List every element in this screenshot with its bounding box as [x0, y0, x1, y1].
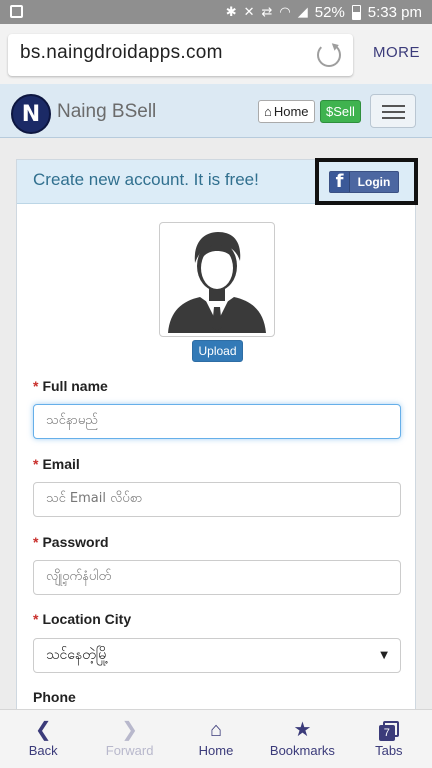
home-nav-button[interactable]: ⌂ Home	[173, 710, 259, 768]
brand-name[interactable]: Naing BSell	[57, 101, 156, 123]
gallery-icon	[10, 5, 23, 18]
facebook-login-label: Login	[357, 175, 391, 189]
back-label: Back	[28, 743, 58, 758]
sell-button-label: $Sell	[326, 104, 355, 119]
mute-icon: ✕	[243, 4, 255, 19]
user-avatar-icon	[168, 232, 266, 333]
bookmarks-button[interactable]: ★ Bookmarks	[259, 710, 345, 768]
home-button[interactable]: ⌂ Home	[258, 100, 315, 123]
city-label-text: Location City	[42, 611, 132, 627]
required-marker: *	[33, 456, 39, 472]
site-navbar: N Naing BSell ⌂ Home $Sell	[0, 84, 432, 138]
status-bar: ✱ ✕ ⇄ ◠ ◢ 52% 5:33 pm	[0, 0, 432, 24]
fullname-label: * Full name	[33, 378, 108, 394]
tabs-button[interactable]: 7 Tabs	[346, 710, 432, 768]
phone-label-text: Phone	[33, 689, 76, 705]
site-logo[interactable]: N	[11, 94, 51, 134]
status-icons: ✱ ✕ ⇄ ◠ ◢ 52% 5:33 pm	[226, 2, 422, 22]
page-content: Create new account. It is free! f Login	[0, 139, 432, 719]
required-marker: *	[33, 611, 39, 627]
facebook-icon: f	[330, 171, 350, 192]
phone-label: Phone	[33, 689, 76, 705]
battery-icon	[351, 4, 361, 20]
email-label-text: Email	[42, 456, 80, 472]
profile-photo-placeholder	[159, 222, 275, 337]
password-input[interactable]: လျို့ဝှက်နံပါတ်	[33, 560, 401, 595]
forward-button[interactable]: ❯ Forward	[86, 710, 172, 768]
home-button-label: Home	[273, 104, 309, 119]
forward-label: Forward	[105, 743, 154, 758]
home-icon: ⌂	[264, 104, 272, 119]
password-label: * Password	[33, 534, 109, 550]
city-select[interactable]: သင်နေတဲ့မြို့ ▼	[33, 638, 401, 673]
more-menu-button[interactable]: MORE	[373, 44, 420, 61]
required-marker: *	[33, 534, 39, 550]
dropdown-caret-icon: ▼	[380, 650, 388, 661]
fullname-placeholder: သင်နာမည်	[46, 413, 98, 428]
hamburger-line-icon	[382, 111, 405, 113]
battery-percent: 52%	[314, 3, 345, 21]
signup-panel: Create new account. It is free! f Login	[16, 158, 418, 719]
tabs-count: 7	[378, 725, 395, 741]
sell-button[interactable]: $Sell	[320, 100, 361, 123]
bookmark-star-icon: ★	[293, 719, 312, 741]
hamburger-line-icon	[382, 105, 405, 107]
city-label: * Location City	[33, 611, 131, 627]
chevron-left-icon: ❮	[34, 719, 52, 741]
hamburger-line-icon	[382, 117, 405, 119]
browser-toolbar: bs.naingdroidapps.com MORE	[0, 24, 432, 84]
fullname-input[interactable]: သင်နာမည်	[33, 404, 401, 439]
home-icon: ⌂	[209, 719, 223, 741]
url-text[interactable]: bs.naingdroidapps.com	[20, 42, 223, 64]
city-selected-value: သင်နေတဲ့မြို့	[46, 647, 109, 663]
password-placeholder: လျို့ဝှက်နံပါတ်	[46, 569, 112, 584]
reload-icon[interactable]	[317, 43, 341, 67]
required-marker: *	[33, 378, 39, 394]
chevron-right-icon: ❯	[121, 719, 138, 741]
browser-bottom-bar: ❮ Back ❯ Forward ⌂ Home ★ Bookmarks 7 Ta…	[0, 709, 432, 768]
panel-title: Create new account. It is free!	[33, 170, 259, 189]
bookmarks-label: Bookmarks	[269, 743, 335, 758]
tabs-label: Tabs	[375, 743, 403, 758]
email-label: * Email	[33, 456, 80, 472]
logo-letter: N	[21, 101, 41, 127]
fullname-label-text: Full name	[42, 378, 108, 394]
password-label-text: Password	[42, 534, 109, 550]
back-button[interactable]: ❮ Back	[0, 710, 86, 768]
signal-icon: ◢	[297, 4, 308, 19]
tabs-icon: 7	[378, 721, 399, 741]
data-transfer-icon: ⇄	[261, 4, 273, 19]
wifi-icon: ◠	[279, 4, 291, 19]
bluetooth-icon: ✱	[225, 4, 237, 19]
hamburger-menu-button[interactable]	[370, 94, 416, 128]
email-placeholder: သင် Email လိပ်စာ	[46, 491, 143, 506]
home-nav-label: Home	[198, 743, 234, 758]
address-bar[interactable]: bs.naingdroidapps.com	[8, 34, 353, 76]
upload-photo-button[interactable]: Upload	[192, 340, 243, 362]
email-input[interactable]: သင် Email လိပ်စာ	[33, 482, 401, 517]
facebook-login-highlight: f Login	[315, 158, 418, 205]
clock: 5:33 pm	[367, 3, 422, 21]
facebook-login-button[interactable]: f Login	[329, 171, 399, 193]
